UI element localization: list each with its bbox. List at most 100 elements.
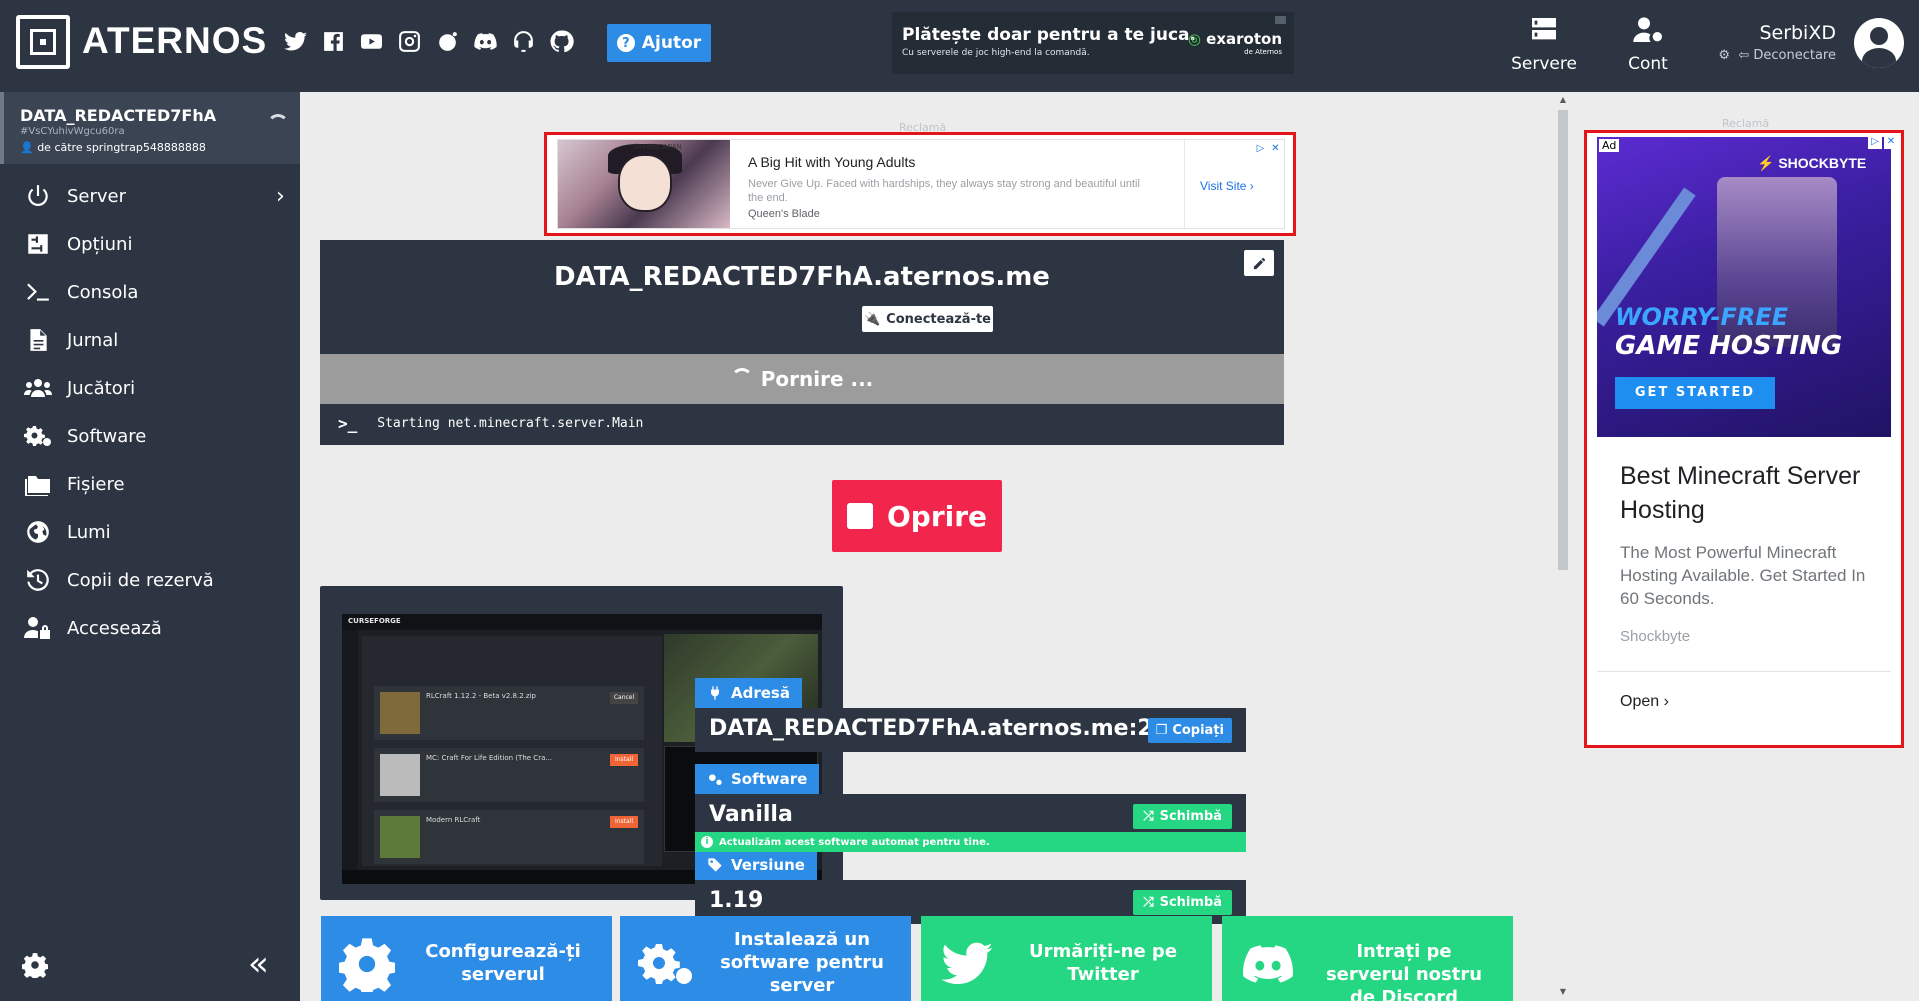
server-icon: [1532, 18, 1556, 40]
facebook-icon[interactable]: [320, 28, 347, 55]
software-tag: Software: [695, 764, 820, 794]
address-tag: Adresă: [695, 678, 802, 708]
sidebar-item-log[interactable]: Jurnal: [0, 316, 300, 364]
console-output: >_ Starting net.minecraft.server.Main: [338, 414, 644, 433]
ad-badge-icon: [1275, 16, 1286, 24]
server-status-panel: DATA_REDACTED7FhA.aternos.me 🔌 Conecteaz…: [320, 240, 1284, 445]
change-version-button[interactable]: ⤮ Schimbă: [1133, 890, 1232, 915]
server-id: #VsCYuhivWgcu60ra: [20, 126, 125, 137]
copy-button[interactable]: ❐ Copiați: [1147, 718, 1232, 743]
address-row: DATA_REDACTED7FhA.aternos.me:23706 ❐ Cop…: [695, 708, 1246, 752]
shockbyte-logo: ⚡ SHOCKBYTE: [1757, 155, 1867, 171]
server-info[interactable]: DATA_REDACTED7FhA #VsCYuhivWgcu60ra 👤 de…: [0, 92, 300, 164]
user-lock-icon: [24, 617, 50, 639]
twitter-tile[interactable]: Urmăriți-ne pe Twitter: [921, 916, 1212, 1001]
version-tag: Versiune: [695, 850, 817, 880]
scrollbar[interactable]: ▲ ▼: [1555, 92, 1570, 1001]
sidebar-item-players[interactable]: Jucători: [0, 364, 300, 412]
list-item: MC: Craft For Life Edition (The Cra... I…: [374, 748, 644, 802]
sidebar-item-console[interactable]: Consola: [0, 268, 300, 316]
stop-icon: [846, 503, 873, 529]
banner-ad[interactable]: ©HobbyJAPAN A Big Hit with Young Adults …: [544, 132, 1296, 236]
nav-servers[interactable]: Servere: [1504, 14, 1584, 74]
main-content: Reclamă ©HobbyJAPAN A Big Hit with Young…: [300, 92, 1570, 1001]
ad-headline: A Big Hit with Young Adults: [748, 154, 916, 170]
sidebar: DATA_REDACTED7FhA #VsCYuhivWgcu60ra 👤 de…: [0, 92, 300, 1001]
sidebar-item-server[interactable]: Server ›: [0, 172, 300, 220]
get-started-button[interactable]: GET STARTED: [1615, 377, 1775, 409]
ad-description: Never Give Up. Faced with hardships, the…: [748, 178, 1140, 204]
terminal-icon: >_: [338, 414, 358, 433]
social-links: [282, 28, 575, 55]
discord-tile[interactable]: Intrați pe serverul nostru de Discord: [1222, 916, 1513, 1001]
software-value: Vanilla: [709, 802, 793, 827]
ad-source: Queen's Blade: [748, 208, 820, 220]
ad-description: The Most Powerful Minecraft Hosting Avai…: [1620, 543, 1866, 608]
server-address-title: DATA_REDACTED7FhA.aternos.me: [554, 262, 1050, 292]
sidebar-item-files[interactable]: Fișiere: [0, 460, 300, 508]
sidebar-ad[interactable]: Ad ⚡ SHOCKBYTE WORRY-FREE GAME HOSTING G…: [1584, 130, 1904, 748]
chevron-right-icon: ›: [276, 183, 285, 209]
power-icon: [28, 185, 48, 207]
globe-icon: [27, 521, 49, 543]
user-cog-icon: [1633, 17, 1662, 42]
shuffle-icon: ⤮: [1143, 809, 1154, 824]
ad-open-link[interactable]: Open ›: [1620, 693, 1669, 711]
top-bar: ATERNOS ? Ajutor Plătește doar pentru a …: [0, 0, 1919, 92]
instagram-icon[interactable]: [396, 28, 423, 55]
logout-link[interactable]: ⚙ ⇦ Deconectare: [1714, 48, 1836, 63]
nav-account[interactable]: Cont: [1608, 14, 1688, 74]
loading-spinner-icon: [267, 114, 289, 136]
aternos-logo-icon[interactable]: [16, 15, 70, 69]
stop-button[interactable]: Oprire: [832, 480, 1002, 552]
ad-visit-link[interactable]: Visit Site ›: [1200, 179, 1254, 193]
ad-badge: Ad: [1599, 139, 1620, 152]
shuffle-icon: ⤮: [1143, 895, 1154, 910]
collapse-sidebar-button[interactable]: «: [248, 944, 269, 984]
server-address: DATA_REDACTED7FhA.aternos.me:23706: [709, 716, 1214, 741]
adchoices-icon[interactable]: ▷: [1868, 135, 1882, 149]
install-software-tile[interactable]: Instalează un software pentru server: [620, 916, 911, 1001]
top-banner-ad[interactable]: Plătește doar pentru a te juca. Cu serve…: [892, 12, 1294, 74]
twitter-icon[interactable]: [282, 28, 309, 55]
youtube-icon[interactable]: [358, 28, 385, 55]
scroll-up-icon[interactable]: ▲: [1558, 95, 1568, 104]
sliders-icon: [28, 234, 48, 254]
tag-icon: [708, 858, 722, 872]
discord-icon[interactable]: [472, 28, 499, 55]
plug-icon: [710, 686, 720, 700]
gears-icon: [709, 774, 722, 785]
file-icon: [30, 329, 47, 351]
scroll-down-icon[interactable]: ▼: [1558, 987, 1568, 996]
ad-image: Ad ⚡ SHOCKBYTE WORRY-FREE GAME HOSTING G…: [1597, 137, 1891, 437]
scrollbar-thumb[interactable]: [1558, 110, 1568, 570]
history-icon: [27, 569, 49, 591]
brand-name[interactable]: ATERNOS: [82, 20, 267, 62]
configure-server-tile[interactable]: Configurează-ți serverul: [321, 916, 612, 1001]
settings-icon[interactable]: ⚙: [1718, 48, 1730, 63]
sidebar-item-worlds[interactable]: Lumi: [0, 508, 300, 556]
version-value: 1.19: [709, 888, 764, 913]
change-software-button[interactable]: ⤮ Schimbă: [1133, 804, 1232, 829]
right-ad-label: Reclamă: [1722, 117, 1770, 130]
gear-icon: [339, 938, 395, 992]
server-status-bar: Pornire ...: [320, 354, 1284, 404]
ad-close-icon[interactable]: ✕: [1884, 135, 1898, 149]
twitter-icon: [941, 942, 993, 985]
ad-source: Shockbyte: [1620, 628, 1691, 645]
adchoices-icon[interactable]: ▷: [1254, 142, 1267, 155]
sidebar-item-backups[interactable]: Copii de rezervă: [0, 556, 300, 604]
help-button[interactable]: ? Ajutor: [607, 24, 711, 62]
discord-icon: [1243, 945, 1293, 983]
teamspeak-icon[interactable]: [510, 28, 537, 55]
github-icon[interactable]: [548, 28, 575, 55]
sidebar-item-options[interactable]: Opțiuni: [0, 220, 300, 268]
sidebar-item-access[interactable]: Accesează: [0, 604, 300, 652]
avatar[interactable]: [1854, 18, 1904, 68]
users-icon: [24, 379, 52, 397]
connect-button[interactable]: 🔌 Conectează-te: [862, 306, 993, 332]
ad-close-icon[interactable]: ✕: [1269, 142, 1282, 155]
sidebar-item-software[interactable]: Software: [0, 412, 300, 460]
reddit-icon[interactable]: [434, 28, 461, 55]
settings-gear-icon[interactable]: [21, 952, 49, 981]
